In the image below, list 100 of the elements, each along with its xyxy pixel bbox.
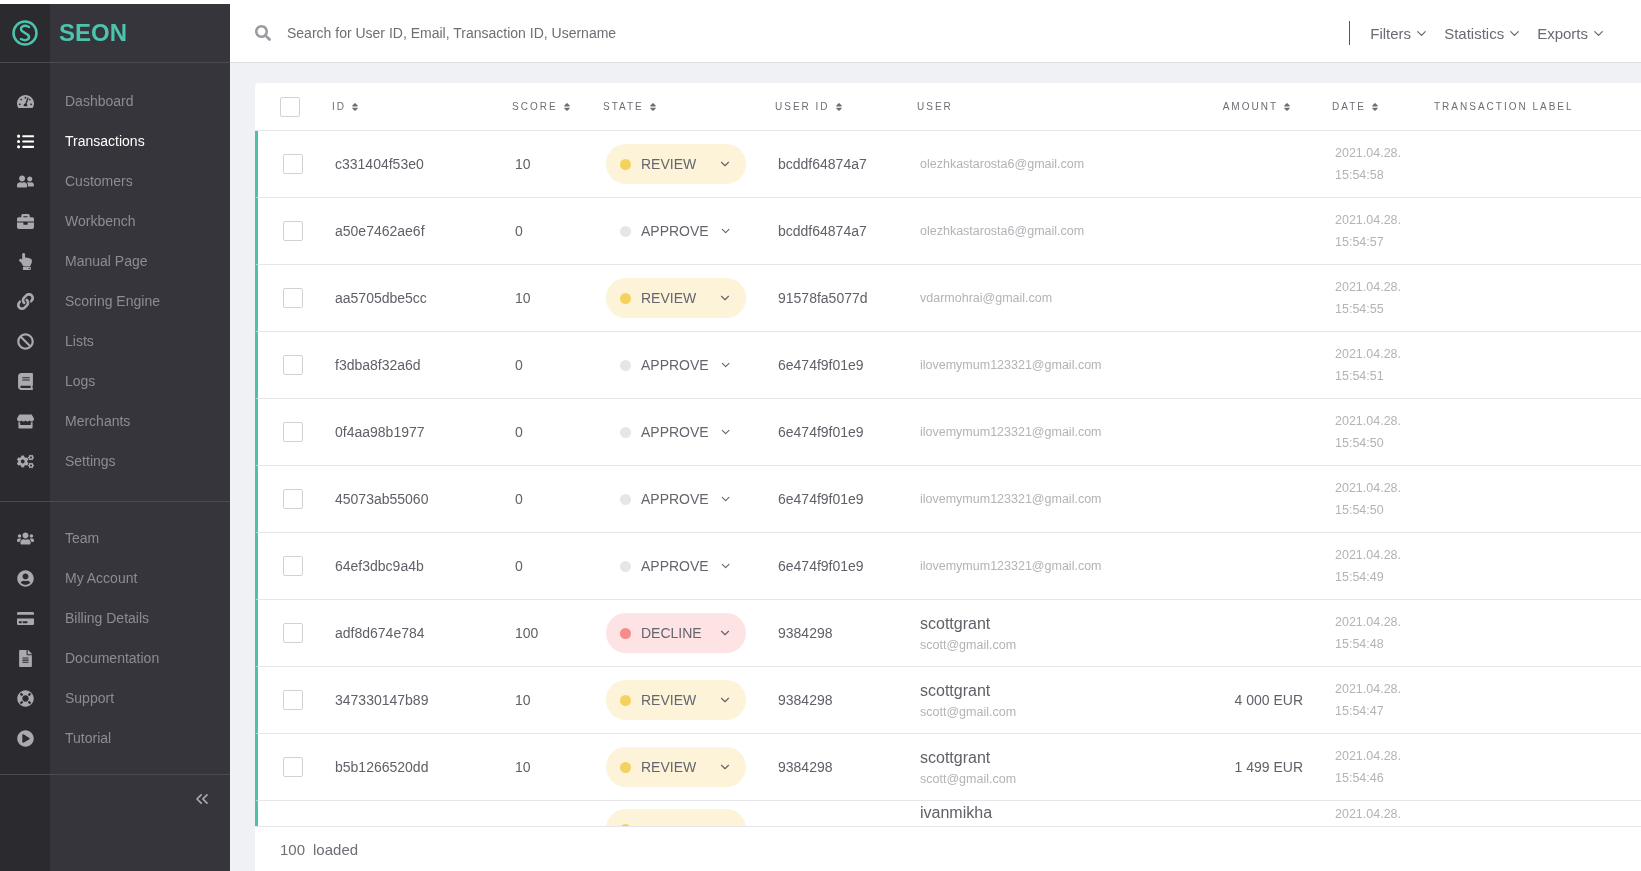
user-email: vdarmohrai@gmail.com <box>920 291 1054 305</box>
user-email: olezhkastarosta6@gmail.com <box>920 224 1086 238</box>
time-text: 15:54:48 <box>1335 637 1385 651</box>
state-dropdown[interactable]: APPROVE <box>606 345 746 385</box>
sidebar-item[interactable]: Workbench <box>0 201 230 241</box>
status-dot <box>620 292 631 304</box>
time-text: 15:54:47 <box>1335 704 1385 718</box>
status-dot <box>620 694 631 706</box>
brand-name: SEON <box>59 19 127 47</box>
checkbox[interactable] <box>283 690 303 710</box>
table-cell-text: 9384298 <box>778 759 834 775</box>
table-cell-text: b5b1266520dd <box>335 759 430 775</box>
checkbox[interactable] <box>283 154 303 174</box>
state-dropdown[interactable]: APPROVE <box>606 546 746 586</box>
user-email: ilovemymum123321@gmail.com <box>920 425 1103 439</box>
sidebar-item[interactable]: Support <box>0 678 230 718</box>
date-text: 2021.04.28. <box>1335 807 1403 821</box>
sidebar-item[interactable]: Transactions <box>0 121 230 161</box>
checkbox[interactable] <box>283 288 303 308</box>
column-header: USER <box>917 101 954 112</box>
table-cell-text: 0 <box>515 558 524 574</box>
status-dot <box>620 158 631 170</box>
toolbar-dropdown[interactable]: Statistics <box>1444 24 1523 42</box>
state-dropdown[interactable]: REVIEW <box>606 144 746 184</box>
sidebar-item[interactable]: Team <box>0 518 230 558</box>
table-cell-text: c331404f53e0 <box>335 156 425 172</box>
date-text: 2021.04.28. <box>1335 682 1403 696</box>
user-email: scott@gmail.com <box>920 704 1018 719</box>
user-email: olezhkastarosta6@gmail.com <box>920 157 1086 171</box>
table-cell-text: 10 <box>515 759 532 775</box>
sidebar-item[interactable]: Settings <box>0 441 230 481</box>
user-name: scottgrant <box>920 614 992 633</box>
checkbox[interactable] <box>283 623 303 643</box>
date-text: 2021.04.28. <box>1335 548 1403 562</box>
state-dropdown[interactable]: REVIEW <box>606 680 746 720</box>
table-cell-text: 91578fa5077d <box>778 290 869 306</box>
time-text: 15:54:51 <box>1335 369 1385 383</box>
column-header[interactable]: USER ID <box>775 101 917 112</box>
book-icon <box>16 372 34 390</box>
table-cell-text: 10 <box>515 692 532 708</box>
sidebar-item[interactable]: Merchants <box>0 401 230 441</box>
checkbox[interactable] <box>283 221 303 241</box>
toolbar-dropdown[interactable]: Filters <box>1370 24 1430 42</box>
date-text: 2021.04.28. <box>1335 213 1403 227</box>
credit-card-icon <box>16 609 34 627</box>
logo-icon <box>12 18 38 48</box>
pointing-hand-icon <box>16 252 34 270</box>
checkbox[interactable] <box>283 489 303 509</box>
state-dropdown[interactable]: REVIEW <box>606 278 746 318</box>
status-dot <box>620 560 631 572</box>
user-name: scottgrant <box>920 681 992 700</box>
loaded-count: 100 <box>280 840 306 858</box>
user-email: scott@gmail.com <box>920 771 1018 786</box>
column-header[interactable]: ID <box>332 101 512 112</box>
time-text: 15:54:49 <box>1335 570 1385 584</box>
checkbox[interactable] <box>280 96 300 117</box>
checkbox[interactable] <box>283 422 303 442</box>
sidebar-item[interactable]: Logs <box>0 361 230 401</box>
sidebar-item[interactable]: Manual Page <box>0 241 230 281</box>
table-cell-text: bcddf64874a7 <box>778 156 868 172</box>
briefcase-icon <box>16 212 34 230</box>
table-cell-text: 0 <box>515 424 524 440</box>
sidebar-item[interactable]: Dashboard <box>0 81 230 121</box>
state-dropdown[interactable]: DECLINE <box>606 613 746 653</box>
sidebar-item[interactable]: Billing Details <box>0 598 230 638</box>
checkbox[interactable] <box>283 556 303 576</box>
table-cell-text: adf8d674e784 <box>335 625 426 641</box>
table-cell-text: 6e474f9f01e9 <box>778 558 865 574</box>
table-cell-text: bcddf64874a7 <box>778 223 868 239</box>
user-email: ilovemymum123321@gmail.com <box>920 559 1103 573</box>
table-cell-text: 9384298 <box>778 625 834 641</box>
checkbox[interactable] <box>283 355 303 375</box>
column-header[interactable]: AMOUNT <box>1200 101 1332 112</box>
sidebar-item[interactable]: Tutorial <box>0 718 230 758</box>
table-cell-text: 0f4aa98b1977 <box>335 424 426 440</box>
store-icon <box>16 412 34 430</box>
column-header[interactable]: STATE <box>603 101 775 112</box>
sidebar-item[interactable]: Scoring Engine <box>0 281 230 321</box>
time-text: 15:54:57 <box>1335 235 1385 249</box>
user-email: scott@gmail.com <box>920 637 1018 652</box>
status-dot <box>620 493 631 505</box>
toolbar-dropdown[interactable]: Exports <box>1537 24 1606 42</box>
state-dropdown[interactable]: APPROVE <box>606 211 746 251</box>
column-header[interactable]: DATE <box>1332 101 1434 112</box>
sidebar-item[interactable]: Customers <box>0 161 230 201</box>
state-dropdown[interactable]: APPROVE <box>606 412 746 452</box>
table-cell-text: 0 <box>515 357 524 373</box>
table-cell-text: 10 <box>515 156 532 172</box>
link-icon <box>16 292 34 310</box>
state-dropdown[interactable]: APPROVE <box>606 479 746 519</box>
status-dot <box>620 225 631 237</box>
date-text: 2021.04.28. <box>1335 615 1403 629</box>
sidebar-item[interactable]: Lists <box>0 321 230 361</box>
checkbox[interactable] <box>283 757 303 777</box>
table-cell-text: 0 <box>515 491 524 507</box>
sidebar-item[interactable]: Documentation <box>0 638 230 678</box>
sidebar-item[interactable]: My Account <box>0 558 230 598</box>
state-dropdown[interactable]: REVIEW <box>606 747 746 787</box>
column-header[interactable]: SCORE <box>512 101 603 112</box>
table-cell-text: 347330147b89 <box>335 692 430 708</box>
